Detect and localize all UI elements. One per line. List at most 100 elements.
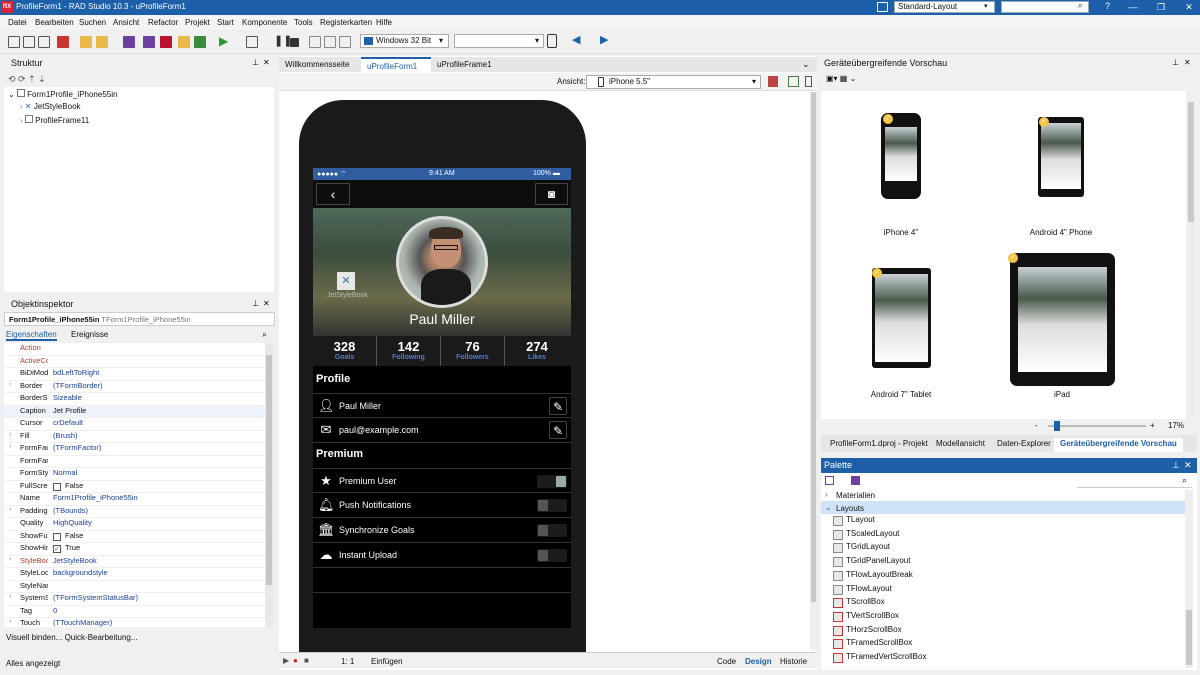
property-value[interactable]: HighQuality (53, 518, 92, 527)
palette-item[interactable]: TScaledLayout (846, 529, 899, 538)
menu-ansicht[interactable]: Ansicht (113, 18, 139, 27)
toggle-switch[interactable] (537, 499, 567, 512)
property-value[interactable]: JetStyleBook (53, 556, 97, 565)
property-value[interactable]: Form1Profile_iPhone55in (53, 493, 138, 502)
property-row[interactable]: FormFactor (TFormFactor) › (4, 443, 266, 456)
property-value[interactable]: 0 (53, 606, 57, 615)
open-icon[interactable] (80, 36, 92, 48)
property-value[interactable]: False (65, 481, 83, 490)
save-all-icon[interactable] (143, 36, 155, 48)
menu-registerkarten[interactable]: Registerkarten (320, 18, 372, 27)
preview-android-tablet[interactable] (872, 268, 931, 368)
preview-android-phone[interactable] (1038, 117, 1084, 197)
tab-code[interactable]: Code (717, 657, 736, 666)
forward-icon[interactable]: ▶ (600, 33, 608, 46)
inspector-object-select[interactable]: Form1Profile_iPhone55in TForm1Profile_iP… (4, 312, 275, 326)
toggle-switch[interactable] (537, 549, 567, 562)
palette-item[interactable]: TFramedScrollBox (846, 638, 912, 647)
back-icon[interactable]: ◀ (572, 33, 580, 46)
property-value[interactable]: Normal (53, 468, 77, 477)
menu-datei[interactable]: Datei (8, 18, 27, 27)
step-over-icon[interactable] (309, 36, 321, 48)
inspector-scrollbar[interactable] (265, 343, 273, 627)
close-icon[interactable]: ✕ (1184, 458, 1192, 473)
palette-item[interactable]: TGridLayout (846, 542, 890, 551)
property-row[interactable]: ActiveControl (4, 356, 266, 368)
remove-icon[interactable] (57, 36, 69, 48)
property-row[interactable]: Name Form1Profile_iPhone55in (4, 493, 266, 506)
remove-from-project-icon[interactable] (194, 36, 206, 48)
menu-tools[interactable]: Tools (294, 18, 313, 27)
device-settings-icon[interactable] (768, 76, 778, 87)
pin-icon[interactable]: ⊥ (252, 58, 259, 67)
chevron-right-icon[interactable]: › (9, 618, 11, 625)
property-row[interactable]: Cursor crDefault (4, 418, 266, 431)
target-platform-select[interactable]: Windows 32 Bit (360, 34, 449, 48)
menu-projekt[interactable]: Projekt (185, 18, 210, 27)
restore-button[interactable]: ❐ (1147, 0, 1175, 15)
menu-hilfe[interactable]: Hilfe (376, 18, 392, 27)
property-value[interactable]: True (65, 543, 80, 552)
structure-toolbar[interactable]: ⟲ ⟳ ⇡ ⇣ (8, 74, 46, 85)
property-row[interactable]: Quality HighQuality (4, 518, 266, 531)
property-row[interactable]: FormFamily (4, 456, 266, 468)
mask-icon[interactable] (805, 76, 812, 87)
tree-item-stylebook[interactable]: › ✕ JetStyleBook (20, 102, 81, 111)
checkbox[interactable]: ✓ (53, 545, 61, 553)
palette-item[interactable]: TVertScrollBox (846, 611, 899, 620)
property-value[interactable]: (Brush) (53, 431, 78, 440)
checkbox[interactable] (53, 482, 61, 491)
menu-komponente[interactable]: Komponente (242, 18, 287, 27)
palette-view-icon[interactable] (825, 476, 834, 485)
tree-root[interactable]: ⌄ Form1Profile_iPhone55in (8, 89, 117, 99)
property-row[interactable]: StyleLookup backgroundstyle (4, 568, 266, 581)
menu-suchen[interactable]: Suchen (79, 18, 106, 27)
camera-button[interactable]: ◙ (535, 183, 568, 205)
ide-search-input[interactable] (1001, 1, 1089, 13)
property-row[interactable]: FullScreen False (4, 481, 266, 493)
property-value[interactable]: (TTouchManager) (53, 618, 112, 627)
preview-scrollbar[interactable] (1187, 92, 1195, 418)
visual-bind-link[interactable]: Visuell binden... Quick-Bearbeitung... (6, 633, 138, 642)
property-row[interactable]: StyleBook JetStyleBook › (4, 556, 266, 568)
palette-category-layouts[interactable]: Layouts (836, 504, 864, 513)
chevron-down-icon[interactable]: ⌄ (802, 59, 810, 70)
pin-icon[interactable]: ⊥ (252, 299, 259, 308)
property-row[interactable]: Caption Jet Profile (4, 405, 266, 418)
close-icon[interactable]: ✕ (263, 58, 270, 67)
chevron-right-icon[interactable]: › (9, 506, 11, 513)
chevron-right-icon[interactable]: › (9, 431, 11, 438)
tab-multidevice-preview[interactable]: Geräteübergreifende Vorschau (1054, 438, 1183, 452)
stop-icon[interactable] (290, 38, 299, 47)
search-icon[interactable]: ⌕ (262, 329, 267, 340)
palette-item[interactable]: TFramedVertScrollBox (846, 652, 926, 661)
tab-model-view[interactable]: Modellansicht (936, 439, 985, 448)
tab-historie[interactable]: Historie (780, 657, 807, 666)
palette-search-input[interactable] (1077, 475, 1192, 488)
property-row[interactable]: Tag 0 (4, 606, 266, 618)
rotate-icon[interactable] (788, 76, 799, 87)
checkbox[interactable] (53, 532, 61, 541)
new-unit-icon[interactable] (38, 36, 50, 48)
property-value[interactable]: Sizeable (53, 393, 82, 402)
chevron-right-icon[interactable]: › (9, 556, 11, 563)
close-file-icon[interactable] (160, 36, 172, 48)
tab-ereignisse[interactable]: Ereignisse (71, 330, 108, 339)
desktop-layout-icon[interactable] (877, 2, 888, 12)
add-to-project-icon[interactable] (178, 36, 190, 48)
preview-iphone4[interactable] (881, 113, 921, 199)
layout-select[interactable]: Standard-Layout (894, 1, 995, 13)
property-row[interactable]: Padding (TBounds) › (4, 506, 266, 518)
back-button[interactable]: ‹ (316, 183, 350, 205)
property-value[interactable]: bdLeftToRight (53, 368, 99, 377)
premium-row[interactable]: 🏛︎ Synchronize Goals (313, 518, 571, 543)
chevron-right-icon[interactable]: › (9, 381, 11, 388)
tab-willkommensseite[interactable]: Willkommensseite (279, 57, 361, 72)
property-value[interactable]: (TFormFactor) (53, 443, 101, 452)
menu-refactor[interactable]: Refactor (148, 18, 178, 27)
palette-item[interactable]: TFlowLayoutBreak (846, 570, 913, 579)
pin-icon[interactable]: ⊥ (1172, 58, 1179, 67)
property-row[interactable]: FormStyle Normal (4, 468, 266, 481)
preview-ipad[interactable] (1010, 253, 1115, 386)
property-value[interactable]: backgroundstyle (53, 568, 108, 577)
